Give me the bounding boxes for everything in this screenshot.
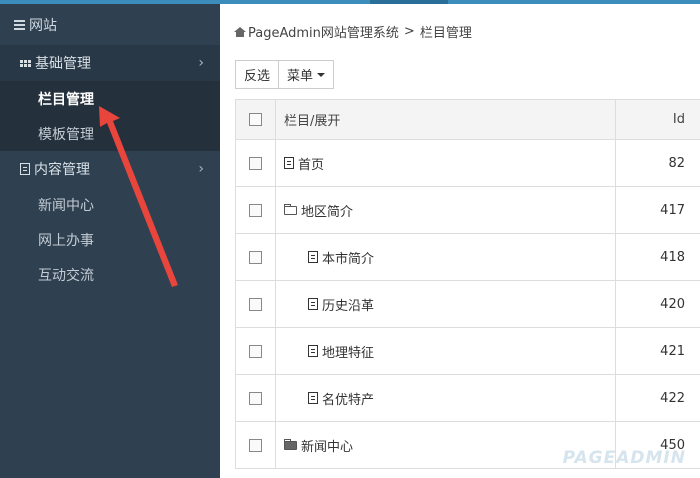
table-row: 地区简介 417 (235, 186, 700, 234)
row-id: 418 (615, 233, 700, 281)
row-id: 417 (615, 186, 700, 234)
document-icon (308, 251, 318, 263)
row-name[interactable]: 名优特产 (322, 389, 374, 408)
folder-open-icon[interactable] (284, 203, 297, 215)
document-icon (308, 392, 318, 404)
sidebar-group-label: 基础管理 (35, 56, 91, 72)
document-icon (308, 345, 318, 357)
table-row: 名优特产 422 (235, 374, 700, 422)
document-icon (284, 157, 294, 169)
row-id: 422 (615, 374, 700, 422)
sidebar-group-basic[interactable]: 基础管理 › (0, 45, 220, 81)
sidebar-item-templates[interactable]: 模板管理 (0, 116, 220, 151)
home-icon[interactable] (234, 26, 246, 37)
row-id: 82 (615, 139, 700, 187)
breadcrumb-root[interactable]: PageAdmin网站管理系统 (248, 22, 399, 41)
row-name[interactable]: 地区简介 (301, 201, 353, 220)
caret-down-icon (317, 72, 326, 77)
invert-select-button[interactable]: 反选 (235, 60, 280, 89)
header-id[interactable]: Id (615, 99, 700, 140)
menu-dropdown-label: 菜单 (287, 69, 314, 84)
row-checkbox[interactable] (249, 250, 262, 264)
main-content: PageAdmin网站管理系统 > 栏目管理 反选 菜单 栏目/展开 Id 首页… (220, 4, 700, 478)
row-checkbox[interactable] (249, 344, 262, 358)
chevron-right-icon: › (198, 55, 204, 71)
breadcrumb-current: 栏目管理 (419, 26, 472, 41)
menu-dropdown-button[interactable]: 菜单 (279, 60, 335, 89)
sidebar-header-label: 网站 (29, 17, 57, 34)
select-all-checkbox[interactable] (249, 113, 262, 126)
sidebar-group-content[interactable]: 内容管理 › (0, 151, 220, 187)
row-checkbox[interactable] (249, 391, 262, 405)
sidebar-submenu-basic: 栏目管理 模板管理 (0, 81, 220, 151)
menu-icon (14, 19, 25, 30)
row-name[interactable]: 地理特征 (322, 342, 374, 361)
row-checkbox[interactable] (249, 156, 262, 170)
chevron-right-icon: › (198, 161, 204, 177)
sidebar-item-columns[interactable]: 栏目管理 (0, 81, 220, 116)
sidebar-header[interactable]: 网站 (0, 4, 220, 45)
folder-closed-icon[interactable] (284, 438, 297, 450)
table-header-row: 栏目/展开 Id (235, 99, 700, 140)
table-row: 地理特征 421 (235, 327, 700, 375)
toolbar: 反选 菜单 (235, 60, 335, 89)
row-checkbox[interactable] (249, 297, 262, 311)
row-name[interactable]: 历史沿革 (322, 295, 374, 314)
sidebar-item-services[interactable]: 网上办事 (0, 222, 220, 257)
breadcrumb: PageAdmin网站管理系统 > 栏目管理 (234, 22, 472, 41)
row-name[interactable]: 新闻中心 (301, 436, 353, 455)
table-row: 首页 82 (235, 139, 700, 187)
row-name[interactable]: 本市简介 (322, 248, 374, 267)
table-row: 历史沿革 420 (235, 280, 700, 328)
watermark: PAGEADMIN (562, 448, 686, 468)
document-icon (20, 163, 30, 175)
document-icon (308, 298, 318, 310)
row-id: 420 (615, 280, 700, 328)
row-name[interactable]: 首页 (298, 154, 324, 173)
table-row: 本市简介 418 (235, 233, 700, 281)
sidebar-item-interaction[interactable]: 互动交流 (0, 257, 220, 292)
header-name[interactable]: 栏目/展开 (275, 99, 616, 140)
sidebar-item-news[interactable]: 新闻中心 (0, 187, 220, 222)
grid-icon (20, 59, 31, 67)
breadcrumb-separator: > (403, 24, 415, 39)
column-table: 栏目/展开 Id 首页 82 地区简介 417 本市简介 418 历史沿革 42… (235, 99, 700, 469)
sidebar-group-label: 内容管理 (34, 162, 90, 178)
sidebar: 网站 基础管理 › 栏目管理 模板管理 内容管理 › 新闻中心 网上办事 互动交… (0, 4, 220, 478)
row-checkbox[interactable] (249, 203, 262, 217)
row-checkbox[interactable] (249, 438, 262, 452)
row-id: 421 (615, 327, 700, 375)
